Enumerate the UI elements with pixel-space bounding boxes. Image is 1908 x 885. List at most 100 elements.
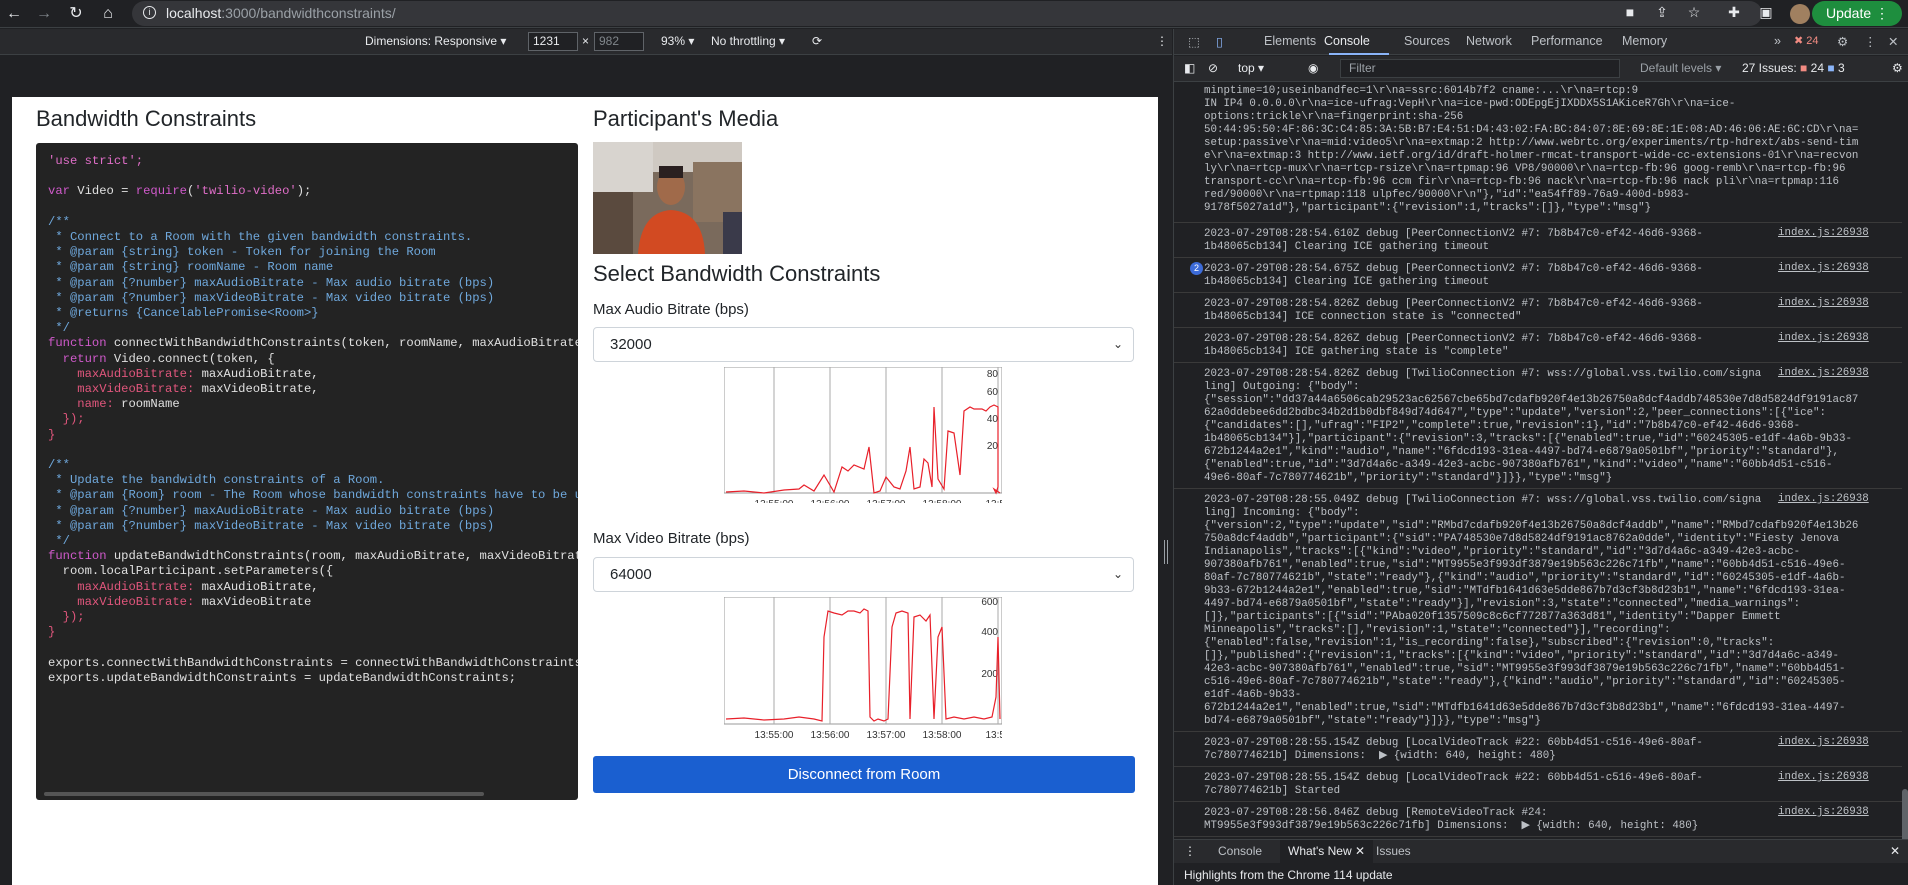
video-bitrate-select[interactable]: 64000 ⌄ [593,557,1134,592]
tab-sources[interactable]: Sources [1404,34,1450,48]
sidepanel-icon[interactable]: ▣ [1756,4,1776,21]
source-link[interactable]: index.js:26938 [1778,297,1869,310]
console-message-line: 7c780774621b] Dimensions: ▶ {width: 640,… [1204,750,1556,762]
zoom-dropdown[interactable]: 93% ▾ [661,34,694,48]
tab-elements[interactable]: Elements [1264,34,1316,48]
code-line: return Video.connect(token, { [48,352,275,366]
clear-console-icon[interactable]: ⊘ [1208,61,1218,75]
console-settings-icon[interactable]: ⚙ [1892,61,1903,75]
graph-x-tick: 13:59 [985,730,1002,739]
device-more-icon[interactable]: ⋮ [1156,34,1168,48]
console-message-line: red/90000\r\na=rtpmap:118 ulpfec/90000\r… [1204,189,1690,201]
height-input[interactable]: 982 [594,32,644,51]
update-button[interactable]: Update ⋮ [1812,1,1902,26]
dimensions-label: Dimensions: Responsive [365,34,498,48]
reload-icon[interactable]: ↻ [66,4,86,24]
devtools-more-icon[interactable]: ⋮ [1864,34,1877,49]
code-token: * Connect to a Room with the given bandw… [48,230,473,244]
chevron-down-icon: ⌄ [1112,337,1123,351]
source-link[interactable]: index.js:26938 [1778,367,1869,380]
console-message: 2023-07-29T08:28:54.826Z debug [TwilioCo… [1174,364,1902,489]
graph-x-tick: 13:57:00 [867,499,906,503]
audio-bitrate-label: Max Audio Bitrate (bps) [593,301,749,318]
code-line: * Update the bandwidth constraints of a … [48,473,384,487]
camera-icon[interactable]: ■ [1620,4,1640,20]
close-drawer-icon[interactable]: ✕ [1890,844,1900,858]
drawer-more-icon[interactable]: ⋮ [1184,844,1196,858]
code-line: }); [48,412,85,426]
drawer-tab-issues[interactable]: Issues [1376,844,1411,858]
source-link[interactable]: index.js:26938 [1778,262,1869,275]
dimensions-dropdown[interactable]: Dimensions: Responsive ▾ [365,34,506,48]
source-link[interactable]: index.js:26938 [1778,493,1869,506]
close-tab-icon[interactable]: ✕ [1352,844,1365,858]
code-token: return [48,351,114,366]
tab-performance[interactable]: Performance [1531,34,1603,48]
code-line: } [48,428,55,442]
rotate-icon[interactable]: ⟳ [812,34,822,48]
source-link[interactable]: index.js:26938 [1778,806,1869,819]
home-icon[interactable]: ⌂ [98,4,118,24]
graph-x-tick: 13:59 [985,499,1002,503]
tab-console[interactable]: Console [1324,34,1370,48]
drawer-tab-console[interactable]: Console [1218,844,1262,858]
console-message: 2023-07-29T08:28:55.154Z debug [LocalVid… [1174,768,1902,802]
extensions-icon[interactable]: ✚ [1724,4,1744,21]
source-link[interactable]: index.js:26938 [1778,332,1869,345]
code-line: * Connect to a Room with the given bandw… [48,230,472,244]
more-tabs-icon[interactable]: » [1774,34,1781,48]
eye-icon[interactable]: ◉ [1308,61,1318,75]
error-badge[interactable]: ✖ 24 [1794,34,1828,50]
code-token: } [48,427,56,442]
disconnect-button[interactable]: Disconnect from Room [593,756,1135,793]
code-line: } [48,625,55,639]
profile-avatar[interactable] [1790,4,1810,24]
splitter-handle[interactable] [1164,540,1168,564]
console-message: 2023-07-29T08:28:55.154Z debug [LocalVid… [1174,733,1902,767]
code-line: * @param {?number} maxAudioBitrate - Max… [48,276,494,290]
back-icon[interactable]: ← [4,4,24,24]
code-line: /** [48,215,70,229]
drawer-tab-what-s-new[interactable]: What's New ✕ [1280,840,1374,864]
url-host: localhost [166,5,222,21]
issues-error-count: 24 [1810,61,1824,75]
console-message: 2023-07-29T08:28:54.675Z debug [PeerConn… [1174,259,1902,293]
device-mode-icon[interactable]: ▯ [1216,34,1223,49]
info-icon[interactable]: i [143,6,156,19]
console-message: 2023-07-29T08:28:54.826Z debug [PeerConn… [1174,329,1902,363]
width-input[interactable]: 1231 [528,32,578,51]
log-levels-dropdown[interactable]: Default levels ▾ [1640,61,1721,75]
sidebar-toggle-icon[interactable]: ◧ [1184,61,1195,75]
context-selector[interactable]: top ▾ [1238,61,1264,75]
code-token: */ [48,321,70,336]
source-link[interactable]: index.js:26938 [1778,771,1869,784]
tab-memory[interactable]: Memory [1622,34,1667,48]
console-message-line: 62a0ddebee6dd2bdbc34b2d1b0dbf849d74d647"… [1204,407,1827,419]
times-icon: × [582,34,590,48]
code-token: function [48,549,114,564]
tab-network[interactable]: Network [1466,34,1512,48]
console-message-line: 7c780774621b] Started [1204,785,1341,797]
devtools-tabbar: ⬚ ▯ Elements Console Sources Network Perform… [1174,29,1908,55]
close-devtools-icon[interactable]: ✕ [1888,34,1898,49]
source-link[interactable]: index.js:26938 [1778,227,1869,240]
forward-icon[interactable]: → [34,4,54,24]
code-token: updateBandwidthConstraints(room, maxAudi… [113,549,578,564]
graph-x-tick: 13:58:00 [923,499,962,503]
code-token: exports.connectWithBandwidthConstraints … [48,655,578,670]
settings-icon[interactable]: ⚙ [1837,34,1848,49]
code-scrollbar[interactable] [44,792,484,796]
code-token: roomName [121,397,180,412]
share-icon[interactable]: ⇪ [1652,4,1672,21]
source-link[interactable]: index.js:26938 [1778,736,1869,749]
console-message-line: 50:44:95:50:4F:86:3C:C4:85:3A:5B:B7:E4:5… [1204,124,1859,136]
bookmark-star-icon[interactable]: ☆ [1684,4,1704,21]
console-filter-input[interactable]: Filter [1340,59,1620,78]
code-token: maxAudioBitrate: [48,579,202,594]
inspect-icon[interactable]: ⬚ [1188,34,1200,49]
code-line: * @param {?number} maxVideoBitrate - Max… [48,291,494,305]
issues-counter[interactable]: 27 Issues: ■ 24 ■ 3 [1742,61,1845,75]
throttling-dropdown[interactable]: No throttling ▾ [711,34,785,48]
console-message-line: 750a8dcf4addb","participant":{"sid":"PA7… [1204,533,1839,545]
audio-bitrate-select[interactable]: 32000 ⌄ [593,327,1134,362]
